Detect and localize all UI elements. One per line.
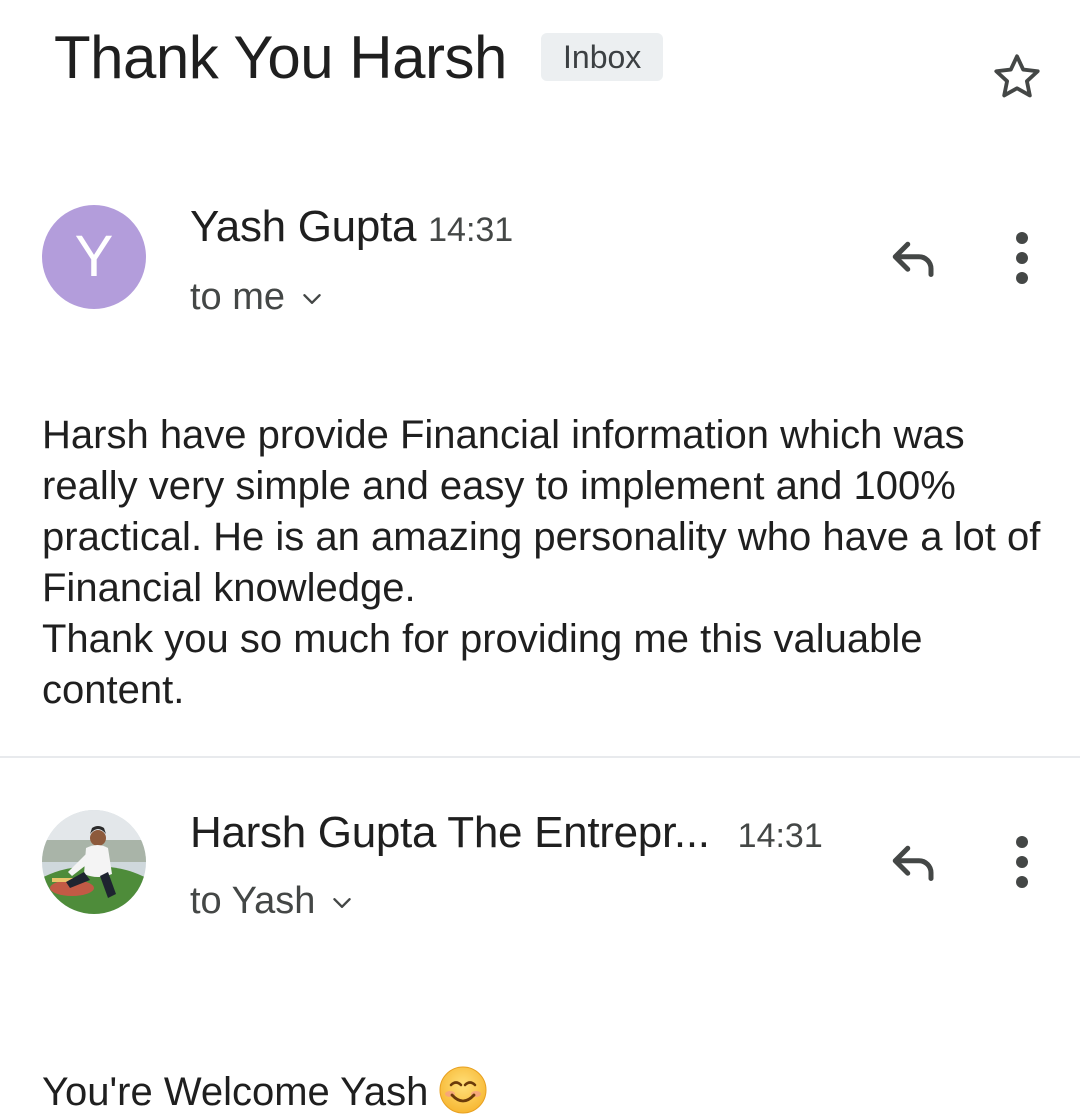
sender-name: Yash Gupta [190, 202, 417, 251]
more-vert-icon[interactable] [1002, 230, 1042, 286]
message-time: 14:31 [737, 817, 823, 855]
sender-avatar[interactable] [42, 810, 146, 914]
recipient-label: to Yash [190, 880, 316, 922]
sender-name: Harsh Gupta The Entrepr... [190, 808, 710, 857]
profile-photo-icon [42, 810, 146, 914]
message-body-text: You're Welcome Yash [42, 1070, 429, 1114]
message-body: Harsh have provide Financial information… [42, 413, 1041, 712]
smiling-face-emoji-icon [439, 1066, 487, 1114]
chevron-down-icon [303, 293, 321, 304]
recipient-toggle[interactable]: to Yash [190, 880, 355, 923]
inbox-label-chip[interactable]: Inbox [541, 33, 664, 81]
message-divider [0, 756, 1080, 758]
sender-avatar[interactable]: Y [42, 205, 146, 309]
more-vert-icon[interactable] [1002, 834, 1042, 890]
message-header: Yash Gupta 14:31 [190, 202, 513, 252]
email-subject: Thank You Harsh [54, 24, 507, 91]
star-icon[interactable] [990, 50, 1044, 104]
message-body: You're Welcome Yash [42, 1014, 1042, 1118]
chevron-down-icon [333, 897, 352, 908]
recipient-label: to me [190, 276, 286, 318]
recipient-toggle[interactable]: to me [190, 276, 325, 319]
reply-icon[interactable] [884, 228, 944, 288]
message-header: Harsh Gupta The Entrepr... 14:31 [190, 808, 823, 858]
reply-icon[interactable] [884, 832, 944, 892]
message-time: 14:31 [428, 211, 514, 249]
